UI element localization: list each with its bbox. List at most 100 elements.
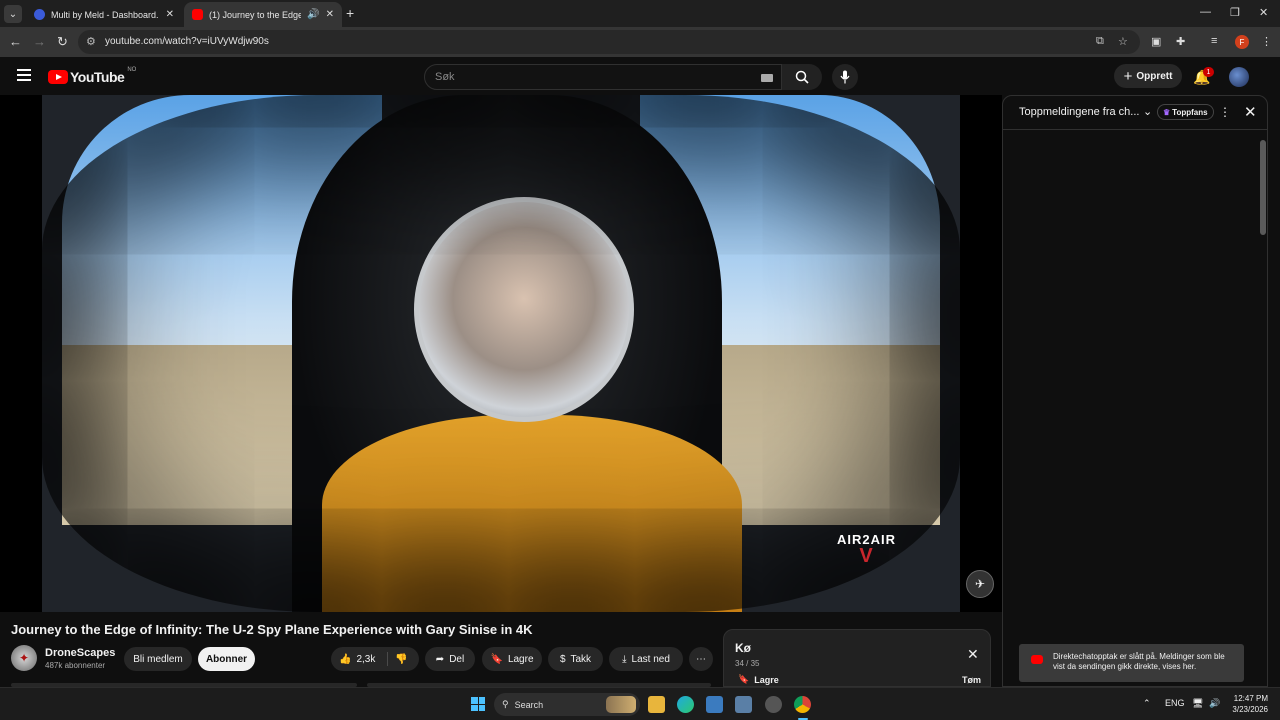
browser-toolbar: ← → ↻ ⚙ youtube.com/watch?v=iUVyWdjw90s … bbox=[0, 27, 1280, 57]
like-count[interactable]: 2,3k bbox=[356, 654, 375, 665]
youtube-icon bbox=[1031, 655, 1043, 664]
account-avatar[interactable] bbox=[1229, 67, 1249, 87]
search-highlight-image bbox=[606, 696, 636, 713]
close-chat-icon[interactable]: ✕ bbox=[1244, 103, 1257, 121]
crown-icon: ♛ bbox=[1163, 107, 1171, 117]
forward-icon[interactable]: → bbox=[33, 34, 46, 49]
snipping-tool-icon[interactable] bbox=[735, 696, 752, 713]
browser-tab-bar: ⌄ Multi by Meld - Dashboard. ✕ (1) Journ… bbox=[0, 0, 1280, 27]
top-fans-label: Toppfans bbox=[1172, 107, 1208, 117]
network-icon[interactable]: 🖥 bbox=[1192, 698, 1203, 709]
video-player[interactable]: AIR2AIR V ✈ bbox=[0, 95, 1002, 612]
chevron-up-icon[interactable]: ⌃ bbox=[1143, 698, 1151, 709]
voice-search-button[interactable] bbox=[832, 64, 858, 90]
input-language[interactable]: ENG bbox=[1165, 698, 1185, 708]
thumbs-up-icon[interactable]: 👍 bbox=[339, 654, 351, 665]
subscriber-count: 487k abonnenter bbox=[45, 661, 106, 670]
channel-avatar[interactable]: ✦ bbox=[11, 645, 37, 671]
queue-save-button[interactable]: 🔖 Lagre bbox=[738, 674, 779, 685]
media-control-icon[interactable]: ≡ bbox=[1211, 35, 1217, 47]
search-icon bbox=[795, 70, 809, 84]
thumbs-down-icon[interactable]: 👎 bbox=[395, 654, 407, 665]
chevron-down-icon[interactable]: ⌄ bbox=[1143, 105, 1152, 118]
youtube-icon bbox=[192, 9, 203, 20]
store-app-icon[interactable] bbox=[706, 696, 723, 713]
restore-icon[interactable]: ❐ bbox=[1230, 6, 1240, 19]
menu-kebab-icon[interactable]: ⋮ bbox=[1261, 35, 1272, 48]
watermark-logo-icon: V bbox=[859, 545, 874, 567]
speaker-icon[interactable]: 🔊 bbox=[307, 9, 319, 20]
extension-icon[interactable]: ▣ bbox=[1151, 35, 1161, 48]
thanks-button[interactable]: $ Takk bbox=[548, 647, 603, 671]
minimize-icon[interactable]: — bbox=[1200, 6, 1211, 18]
air2air-watermark: AIR2AIR V bbox=[837, 532, 896, 567]
video-vignette bbox=[42, 95, 960, 612]
video-frame[interactable]: AIR2AIR V bbox=[42, 95, 960, 612]
tab-meld-dashboard[interactable]: Multi by Meld - Dashboard. ✕ bbox=[26, 2, 182, 27]
close-icon[interactable]: ✕ bbox=[326, 9, 334, 20]
subscribe-button[interactable]: Abonner bbox=[198, 647, 255, 671]
system-clock[interactable]: 12:47 PM 3/23/2026 bbox=[1226, 693, 1268, 715]
chat-notice-text: Direktechatopptak er slått på. Meldinger… bbox=[1053, 652, 1225, 671]
plus-icon: + bbox=[1123, 67, 1133, 85]
reload-icon[interactable]: ↻ bbox=[57, 34, 68, 50]
volume-icon[interactable]: 🔊 bbox=[1209, 698, 1220, 709]
video-title: Journey to the Edge of Infinity: The U-2… bbox=[11, 622, 533, 637]
create-button[interactable]: + Opprett bbox=[1114, 64, 1182, 88]
bookmark-star-icon[interactable]: ☆ bbox=[1118, 35, 1128, 48]
tab-youtube-video[interactable]: (1) Journey to the Edge of I 🔊 ✕ bbox=[184, 2, 342, 27]
profile-avatar[interactable]: F bbox=[1235, 35, 1249, 49]
thanks-label: Takk bbox=[570, 653, 592, 665]
tab-search-button[interactable]: ⌄ bbox=[4, 5, 22, 23]
share-button[interactable]: ➦ Del bbox=[425, 647, 475, 671]
queue-clear-button[interactable]: Tøm bbox=[962, 675, 981, 685]
close-window-icon[interactable]: ✕ bbox=[1259, 6, 1268, 19]
save-button[interactable]: 🔖 Lagre bbox=[482, 647, 542, 671]
search-icon: ⚲ bbox=[502, 699, 509, 709]
more-options-icon[interactable]: ⋮ bbox=[1219, 105, 1231, 119]
youtube-logo[interactable]: YouTube NO bbox=[48, 67, 136, 85]
close-icon[interactable]: ✕ bbox=[166, 9, 174, 20]
chat-header: Toppmeldingene fra ch... ⌄ ♛ Toppfans ⋮ … bbox=[1003, 96, 1267, 130]
taskbar-search[interactable]: ⚲ Search bbox=[494, 693, 640, 716]
site-info-icon[interactable]: ⚙ bbox=[86, 35, 96, 48]
address-bar[interactable]: ⚙ youtube.com/watch?v=iUVyWdjw90s ⧉ ☆ bbox=[78, 30, 1140, 54]
channel-name[interactable]: DroneScapes bbox=[45, 647, 115, 659]
chrome-browser-icon[interactable] bbox=[794, 696, 811, 713]
windows-taskbar: ⚲ Search ⌃ ENG 🖥 🔊 12:47 PM 3/23/2026 bbox=[0, 687, 1280, 720]
save-label: Lagre bbox=[507, 653, 534, 665]
chat-mode-title[interactable]: Toppmeldingene fra ch... bbox=[1019, 106, 1139, 118]
more-actions-icon[interactable]: ⋯ bbox=[689, 647, 713, 671]
search-input[interactable]: Søk bbox=[424, 64, 782, 90]
share-arrow-icon: ➦ bbox=[435, 653, 445, 665]
queue-count: 34 / 35 bbox=[735, 659, 760, 668]
download-icon: ⤓ bbox=[622, 653, 627, 665]
new-tab-button[interactable]: + bbox=[346, 5, 354, 21]
hamburger-menu-icon[interactable] bbox=[17, 69, 31, 84]
url-text[interactable]: youtube.com/watch?v=iUVyWdjw90s bbox=[105, 36, 269, 47]
create-label: Opprett bbox=[1136, 70, 1173, 82]
queue-save-label: Lagre bbox=[754, 674, 779, 685]
bookmark-icon: 🔖 bbox=[490, 653, 503, 665]
search-button[interactable] bbox=[782, 64, 822, 90]
edge-browser-icon[interactable] bbox=[677, 696, 694, 713]
chat-scrollbar[interactable] bbox=[1260, 130, 1266, 685]
join-button[interactable]: Bli medlem bbox=[124, 647, 192, 671]
download-button[interactable]: ⤓ Last ned bbox=[609, 647, 683, 671]
puzzle-icon[interactable]: ✚ bbox=[1176, 35, 1185, 48]
back-icon[interactable]: ← bbox=[9, 34, 22, 49]
close-queue-icon[interactable]: ✕ bbox=[967, 646, 979, 663]
app-with-badge-icon[interactable] bbox=[765, 696, 782, 713]
youtube-header: YouTube NO Søk + Opprett 🔔 1 bbox=[0, 57, 1280, 95]
file-explorer-icon[interactable] bbox=[648, 696, 665, 713]
keyboard-icon[interactable] bbox=[761, 74, 773, 82]
meld-icon bbox=[34, 9, 45, 20]
scrollbar-thumb[interactable] bbox=[1260, 140, 1266, 235]
windows-start-icon[interactable] bbox=[471, 697, 485, 711]
channel-branding-icon[interactable]: ✈ bbox=[966, 570, 994, 598]
like-dislike-group: 👍 2,3k 👎 bbox=[331, 647, 419, 671]
top-fans-chip[interactable]: ♛ Toppfans bbox=[1157, 104, 1214, 120]
super-thanks-icon: $ bbox=[559, 653, 566, 665]
install-app-icon[interactable]: ⧉ bbox=[1096, 35, 1104, 48]
youtube-play-icon bbox=[48, 70, 68, 84]
